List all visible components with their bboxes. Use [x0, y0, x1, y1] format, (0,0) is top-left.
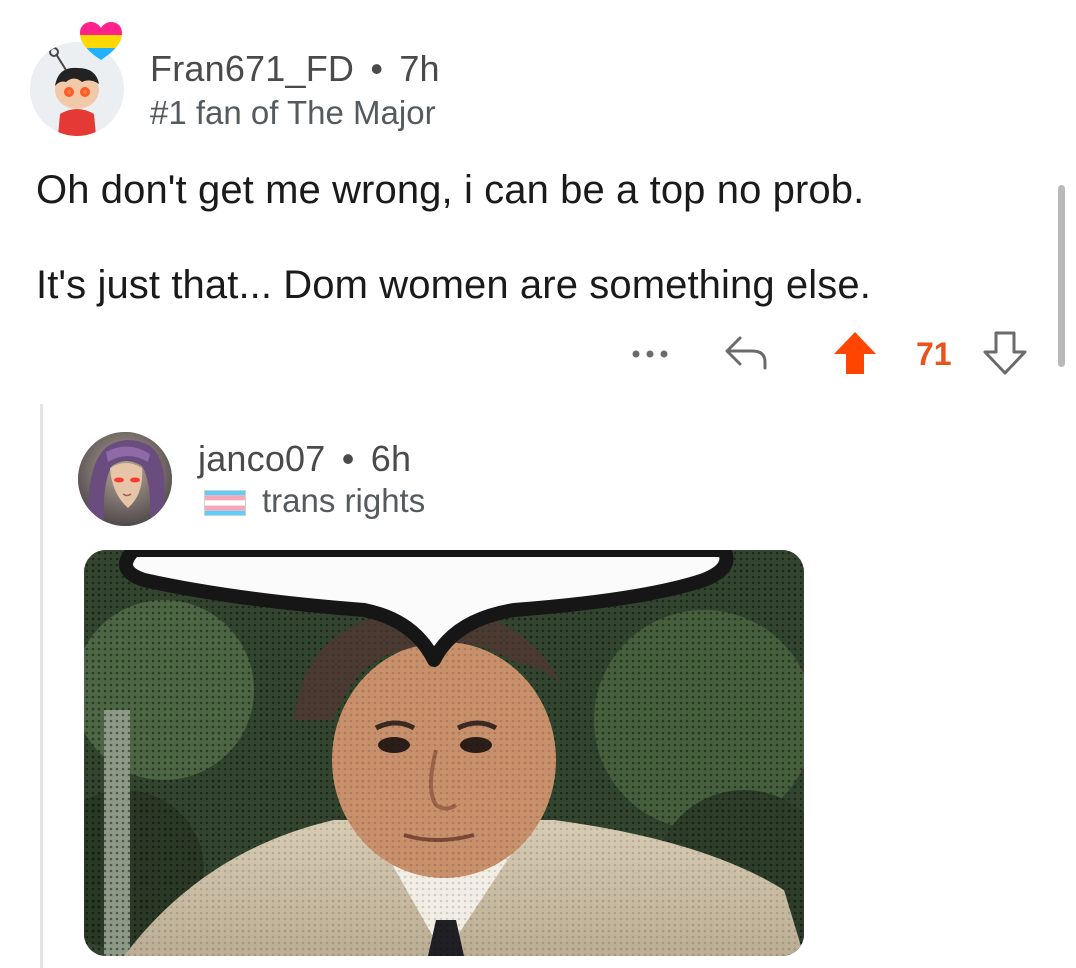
comment-username[interactable]: Fran671_FD — [150, 48, 354, 89]
reply-image[interactable] — [84, 550, 804, 956]
reply-username[interactable]: janco07 — [198, 438, 326, 479]
trans-flag-icon — [204, 490, 246, 516]
comment-age: 7h — [399, 48, 440, 89]
thread-line[interactable] — [40, 404, 43, 968]
reply-flair: trans rights — [262, 482, 426, 519]
reply-author-line: janco07 • 6h — [198, 438, 411, 480]
reply-user-avatar[interactable] — [78, 432, 172, 526]
comment-paragraph-1: Oh don't get me wrong, i can be a top no… — [36, 168, 865, 212]
meta-separator: • — [370, 48, 384, 89]
vote-count: 71 — [916, 336, 952, 372]
meme-photo — [84, 550, 804, 956]
downvote-arrow-icon[interactable] — [982, 330, 1028, 376]
more-dots-icon[interactable] — [628, 344, 672, 364]
comment-paragraph-2: It's just that... Dom women are somethin… — [36, 263, 871, 307]
upvote-arrow-icon[interactable] — [832, 330, 878, 376]
meta-separator: • — [341, 438, 355, 479]
user-flair: #1 fan of The Major — [150, 94, 436, 131]
pansexual-heart-icon — [80, 22, 122, 60]
reply-arrow-icon[interactable] — [722, 332, 770, 372]
anime-avatar-icon — [78, 432, 172, 526]
reply-age: 6h — [370, 438, 412, 479]
scrollbar-thumb[interactable] — [1058, 185, 1065, 367]
comment-author-line: Fran671_FD • 7h — [150, 48, 440, 90]
